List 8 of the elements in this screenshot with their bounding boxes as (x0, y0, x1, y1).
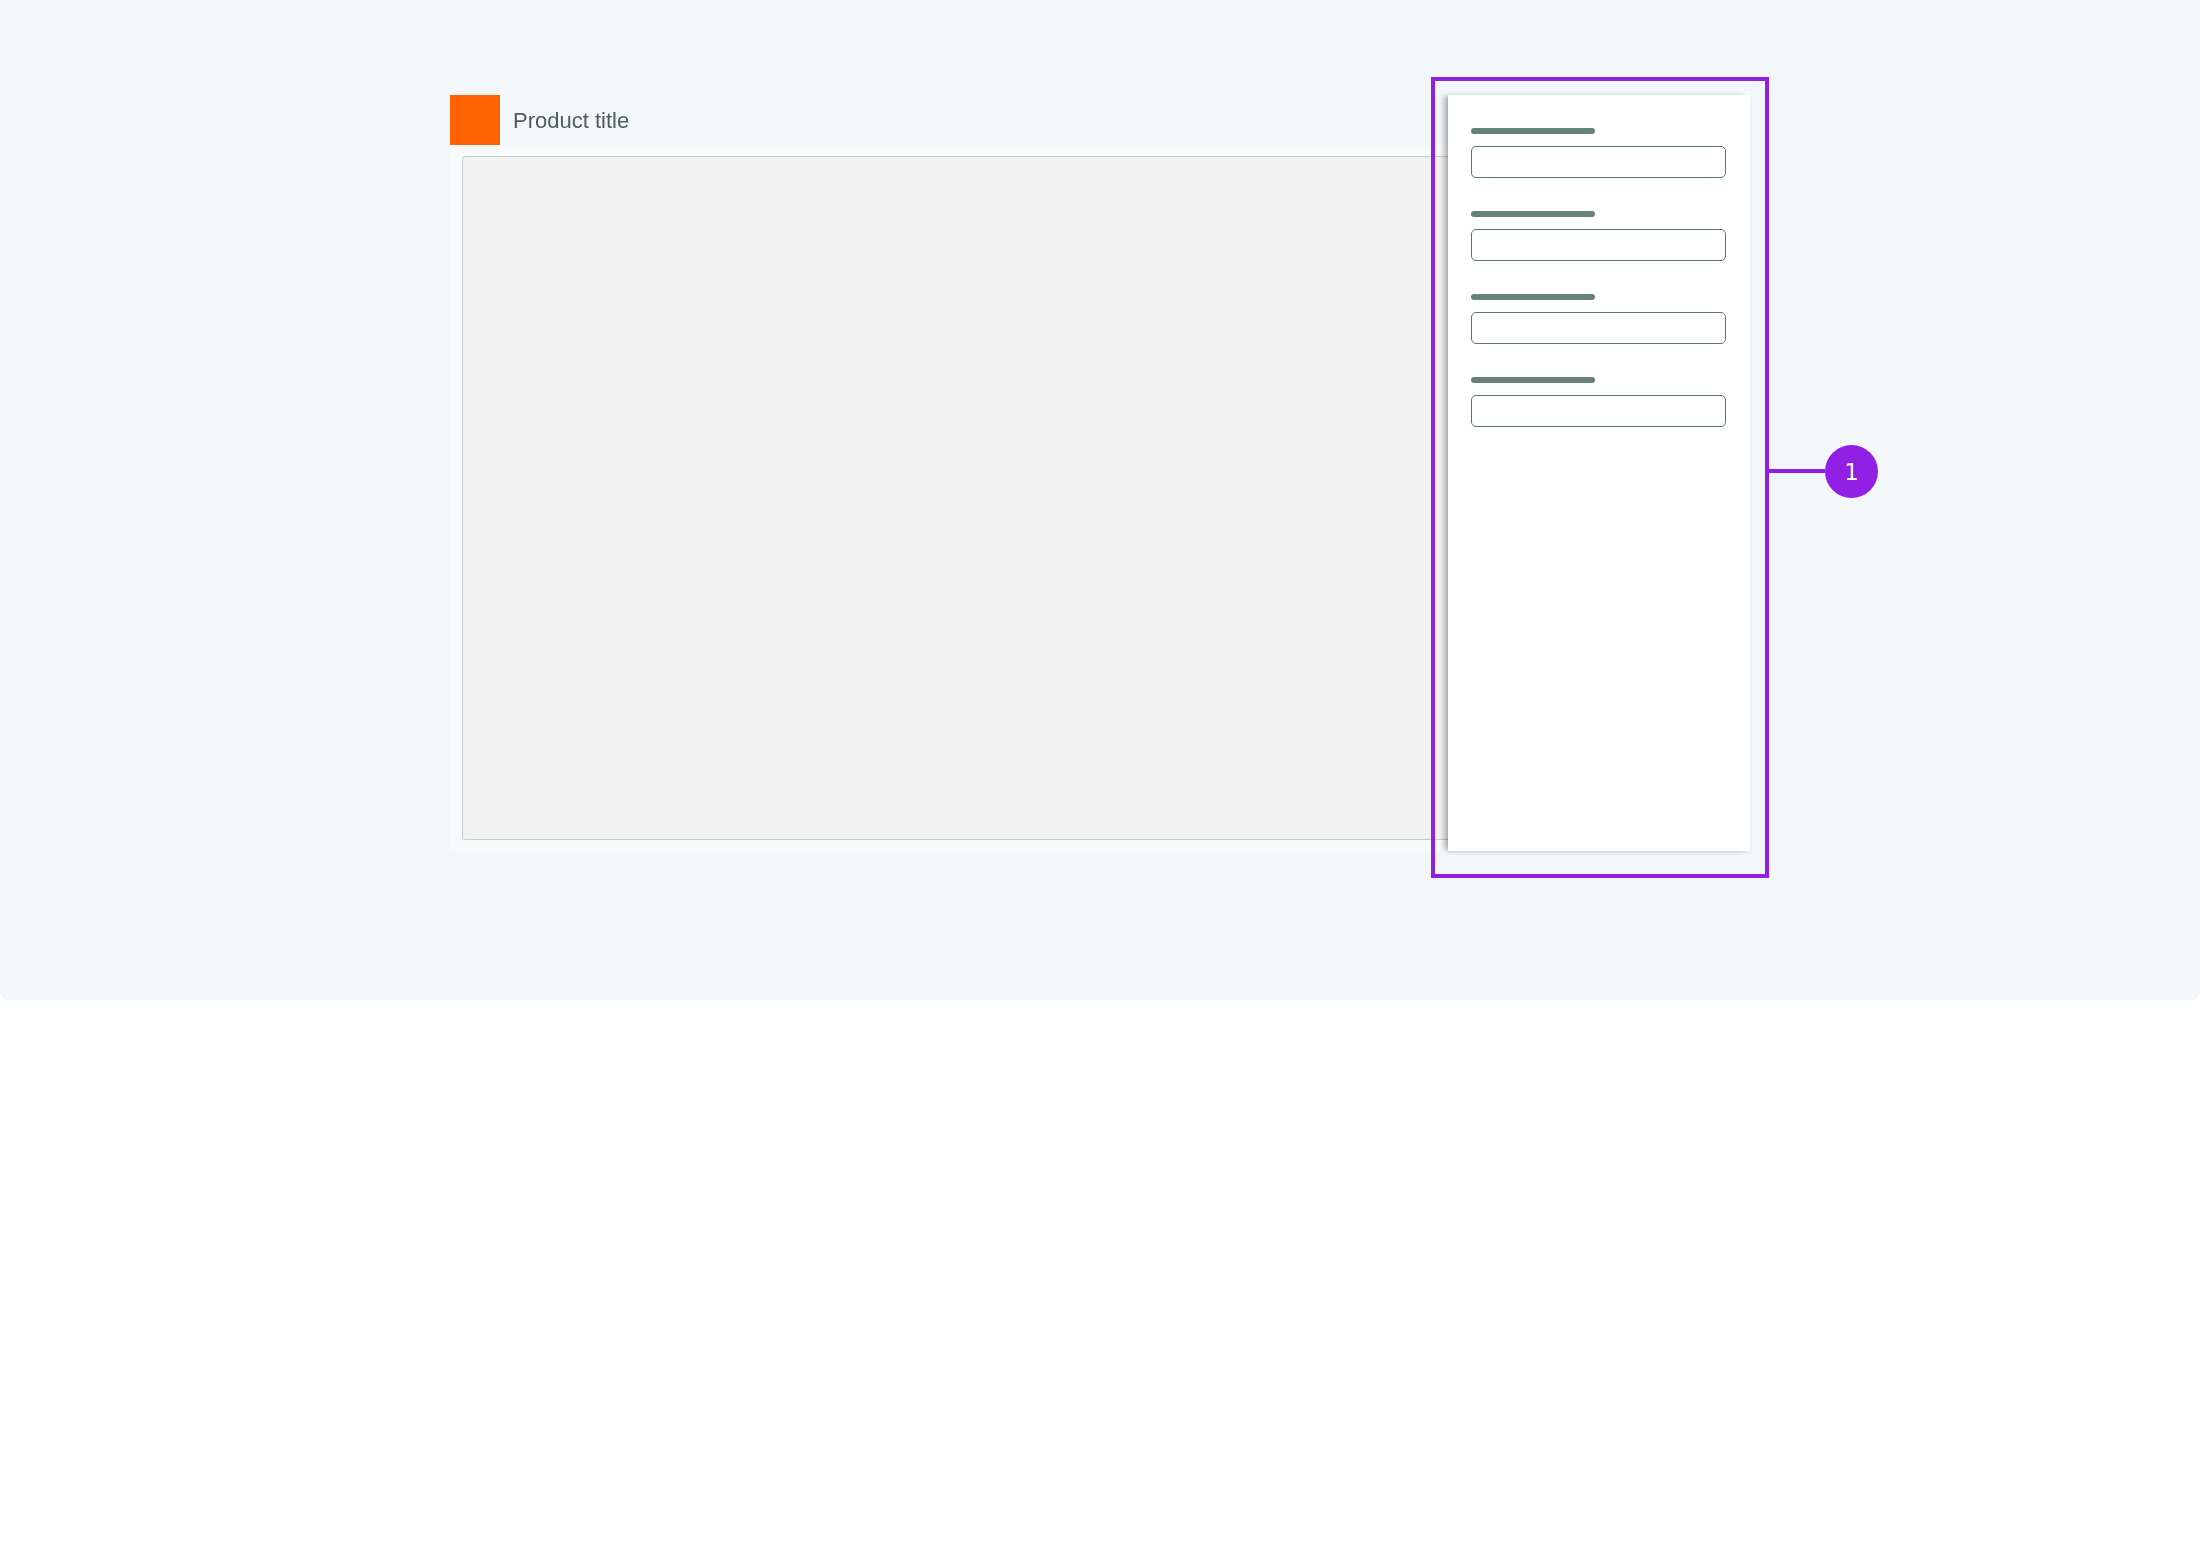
product-logo-icon (450, 95, 500, 145)
callout-marker: 1 (1825, 445, 1878, 498)
input-field[interactable] (1471, 229, 1726, 261)
input-field[interactable] (1471, 395, 1726, 427)
input-field[interactable] (1471, 146, 1726, 178)
product-title: Product title (513, 107, 630, 134)
input-field[interactable] (1471, 312, 1726, 344)
callout-connector (1769, 469, 1825, 473)
